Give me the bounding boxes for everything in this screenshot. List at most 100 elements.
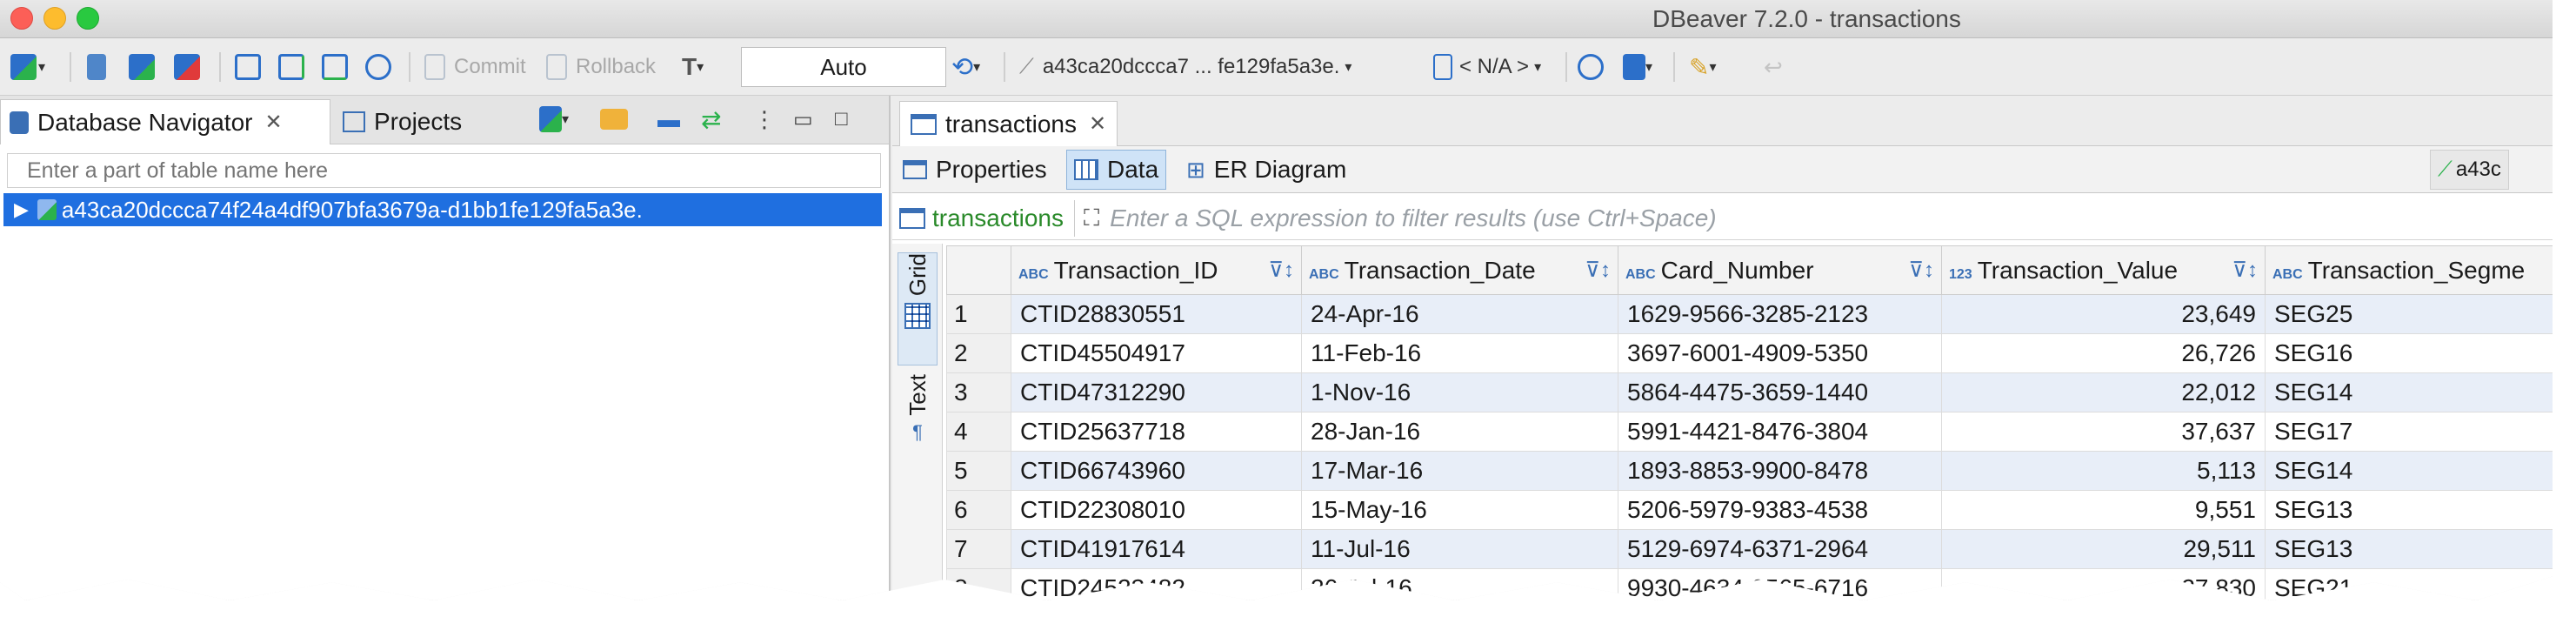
expand-filter-icon[interactable]: ⛶ [1084, 205, 1099, 232]
tab-er-diagram[interactable]: ⊞ ER Diagram [1179, 150, 1353, 190]
cell-transaction-date[interactable]: 11-Feb-16 [1301, 333, 1618, 373]
table-row[interactable]: 2 CTID45504917 11-Feb-16 3697-6001-4909-… [946, 333, 2553, 373]
window-maximize-button[interactable] [77, 7, 99, 30]
collapse-all-button[interactable]: ▬ [657, 103, 680, 136]
column-header-transaction-value[interactable]: 123 Transaction_Value ⊽↕ [1941, 245, 2266, 295]
window-minimize-button[interactable] [43, 7, 66, 30]
table-row[interactable]: 6 CTID22308010 15-May-16 5206-5979-9383-… [946, 490, 2553, 530]
open-sql-script-button[interactable] [278, 50, 304, 84]
cell-transaction-value[interactable]: 26,726 [1941, 333, 2266, 373]
row-number-header[interactable] [946, 245, 1011, 295]
cell-transaction-segment[interactable]: SEG21 [2265, 568, 2553, 600]
close-icon[interactable]: ✕ [1089, 111, 1106, 137]
cell-transaction-segment[interactable]: SEG14 [2265, 372, 2553, 412]
invalidate-reconnect-button[interactable] [129, 50, 155, 84]
cell-transaction-date[interactable]: 15-May-16 [1301, 490, 1618, 530]
tab-database-navigator[interactable]: Database Navigator ✕ [0, 99, 330, 144]
cell-transaction-segment[interactable]: SEG14 [2265, 451, 2553, 491]
column-header-transaction-date[interactable]: ABC Transaction_Date ⊽↕ [1301, 245, 1618, 295]
tools-button[interactable]: ✎ ▾ [1689, 50, 1717, 84]
dashboard-button[interactable] [1578, 50, 1604, 84]
transaction-log-button[interactable]: ⟲ ▾ [951, 50, 980, 84]
db-tasks-button[interactable]: ▾ [1623, 50, 1652, 84]
link-with-editor-button[interactable]: ⇄ [701, 103, 721, 136]
cell-transaction-value[interactable]: 27,830 [1941, 568, 2266, 600]
table-row[interactable]: 8 CTID24523482 26-Jul-16 9930-4634-8565-… [946, 568, 2553, 600]
cell-transaction-value[interactable]: 9,551 [1941, 490, 2266, 530]
connect-button[interactable] [87, 50, 106, 84]
cell-transaction-value[interactable]: 29,511 [1941, 529, 2266, 569]
cell-transaction-segment[interactable]: SEG13 [2265, 490, 2553, 530]
cell-card-number[interactable]: 3697-6001-4909-5350 [1618, 333, 1942, 373]
column-header-transaction-id[interactable]: ABC Transaction_ID ⊽↕ [1011, 245, 1302, 295]
tab-projects[interactable]: Projects [334, 99, 534, 144]
cell-card-number[interactable]: 5129-6974-6371-2964 [1618, 529, 1942, 569]
row-number[interactable]: 2 [946, 333, 1011, 373]
cell-transaction-date[interactable]: 1-Nov-16 [1301, 372, 1618, 412]
table-row[interactable]: 5 CTID66743960 17-Mar-16 1893-8853-9900-… [946, 451, 2553, 491]
row-number[interactable]: 6 [946, 490, 1011, 530]
filter-table-selector[interactable]: transactions [899, 199, 1075, 237]
sql-console-button[interactable] [365, 50, 391, 84]
cell-transaction-id[interactable]: CTID28830551 [1011, 294, 1302, 334]
cell-transaction-date[interactable]: 26-Jul-16 [1301, 568, 1618, 600]
tab-transactions-editor[interactable]: transactions ✕ [899, 101, 1118, 146]
cell-transaction-id[interactable]: CTID41917614 [1011, 529, 1302, 569]
minimize-view-button[interactable]: ▭ [793, 103, 813, 136]
cell-transaction-date[interactable]: 11-Jul-16 [1301, 529, 1618, 569]
table-row[interactable]: 7 CTID41917614 11-Jul-16 5129-6974-6371-… [946, 529, 2553, 569]
cell-transaction-date[interactable]: 24-Apr-16 [1301, 294, 1618, 334]
rollback-button[interactable]: Rollback [546, 50, 656, 84]
row-number[interactable]: 1 [946, 294, 1011, 334]
row-number[interactable]: 4 [946, 412, 1011, 452]
cell-card-number[interactable]: 5864-4475-3659-1440 [1618, 372, 1942, 412]
row-number[interactable]: 3 [946, 372, 1011, 412]
navigator-new-connection-button[interactable]: ▾ [539, 103, 569, 136]
row-number[interactable]: 8 [946, 568, 1011, 600]
window-close-button[interactable] [10, 7, 33, 30]
active-schema-selector[interactable]: < N/A > ▾ [1433, 50, 1541, 84]
cell-transaction-date[interactable]: 28-Jan-16 [1301, 412, 1618, 452]
column-header-card-number[interactable]: ABC Card_Number ⊽↕ [1618, 245, 1942, 295]
cell-transaction-segment[interactable]: SEG17 [2265, 412, 2553, 452]
commit-button[interactable]: Commit [424, 50, 526, 84]
cell-transaction-segment[interactable]: SEG16 [2265, 333, 2553, 373]
cell-transaction-id[interactable]: CTID66743960 [1011, 451, 1302, 491]
view-menu-button[interactable]: ⋮ [753, 103, 776, 136]
sql-editor-button[interactable] [235, 50, 261, 84]
filter-expression-input[interactable]: Enter a SQL expression to filter results… [1110, 205, 1716, 232]
tab-grid-view[interactable]: Grid [898, 252, 938, 365]
tab-data[interactable]: Data [1066, 150, 1167, 190]
maximize-view-button[interactable]: □ [835, 103, 848, 136]
connection-tree-item[interactable]: ▶ a43ca20dccca74f24a4df907bfa3679a-d1bb1… [3, 193, 882, 226]
column-header-transaction-segment[interactable]: ABC Transaction_Segme [2265, 245, 2553, 295]
row-number[interactable]: 7 [946, 529, 1011, 569]
cell-transaction-id[interactable]: CTID24523482 [1011, 568, 1302, 600]
close-icon[interactable]: ✕ [264, 110, 282, 135]
cell-transaction-value[interactable]: 23,649 [1941, 294, 2266, 334]
new-connection-button[interactable]: ▾ [10, 50, 45, 84]
cell-transaction-segment[interactable]: SEG13 [2265, 529, 2553, 569]
row-number[interactable]: 5 [946, 451, 1011, 491]
cell-transaction-id[interactable]: CTID25637718 [1011, 412, 1302, 452]
cell-card-number[interactable]: 1629-9566-3285-2123 [1618, 294, 1942, 334]
active-datasource-tab[interactable]: ⟋ a43c [2430, 150, 2509, 190]
filter-sort-icon[interactable]: ⊽↕ [1908, 258, 1934, 283]
new-folder-button[interactable] [600, 103, 628, 136]
filter-sort-icon[interactable]: ⊽↕ [2232, 258, 2258, 283]
transaction-mode-button[interactable]: T ▾ [682, 50, 704, 84]
cell-transaction-id[interactable]: CTID22308010 [1011, 490, 1302, 530]
cell-card-number[interactable]: 1893-8853-9900-8478 [1618, 451, 1942, 491]
table-row[interactable]: 3 CTID47312290 1-Nov-16 5864-4475-3659-1… [946, 372, 2553, 412]
table-row[interactable]: 1 CTID28830551 24-Apr-16 1629-9566-3285-… [946, 294, 2553, 334]
filter-sort-icon[interactable]: ⊽↕ [1585, 258, 1611, 283]
transaction-mode-field[interactable]: Auto [741, 47, 946, 87]
active-connection-selector[interactable]: ⟋ a43ca20dccca7 ... fe129fa5a3e. ▾ [1019, 50, 1351, 84]
filter-sort-icon[interactable]: ⊽↕ [1268, 258, 1294, 283]
cell-transaction-value[interactable]: 37,637 [1941, 412, 2266, 452]
cell-transaction-segment[interactable]: SEG25 [2265, 294, 2553, 334]
cell-card-number[interactable]: 9930-4634-8565-6716 [1618, 568, 1942, 600]
cell-transaction-id[interactable]: CTID45504917 [1011, 333, 1302, 373]
tab-properties[interactable]: Properties [896, 150, 1054, 190]
tab-text-view[interactable]: Text ¶ [898, 374, 938, 487]
